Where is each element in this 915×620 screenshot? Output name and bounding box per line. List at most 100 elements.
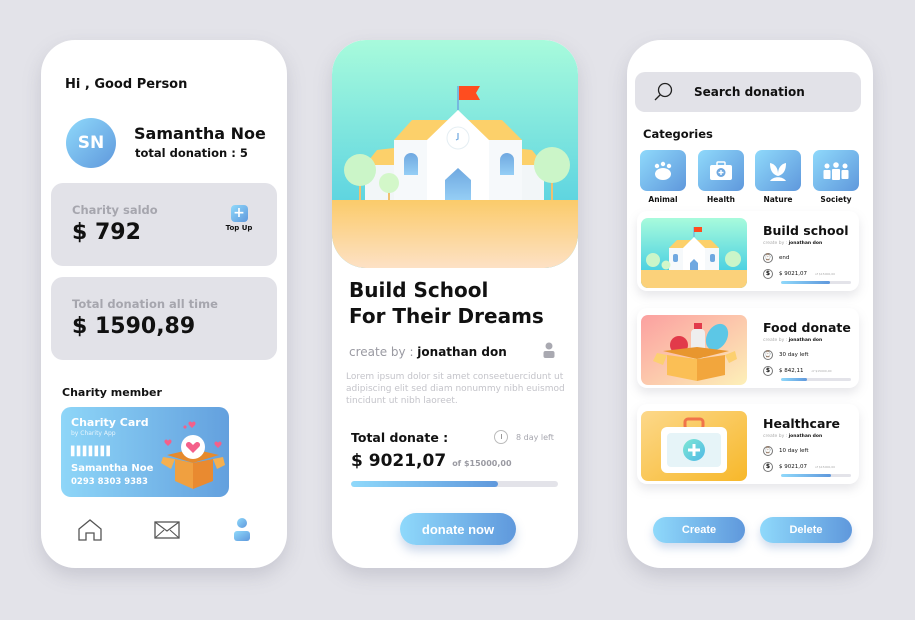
item-progress-bar [781,474,851,477]
plus-icon: + [230,205,248,222]
charity-saldo-panel: Charity saldo $ 792 + Top Up [51,183,277,266]
food-box-thumbnail [641,315,747,385]
item-status-row: ⌚ 30 day left [763,350,809,360]
clock-icon: ⌚ [763,446,773,456]
create-button[interactable]: Create [653,517,745,543]
days-left-text: 8 day left [516,432,554,442]
nav-profile[interactable] [233,518,251,546]
home-icon [78,519,102,541]
category-label: Society [820,195,852,204]
top-up-label: Top Up [225,224,253,232]
profile-screen: Hi , Good Person SN Samantha Noe total d… [41,40,287,568]
item-status: 10 day left [779,448,809,454]
plant-icon [770,162,786,181]
goal-amount: of $15000,00 [452,459,512,468]
donation-item-build-school[interactable]: Build school create by : jonathan don ⌚ e… [637,211,859,291]
search-input[interactable]: Search donation [694,85,805,99]
item-amount: $ 842,11 [779,368,804,374]
item-goal: of $15000,00 [815,272,836,276]
category-animal[interactable]: Animal [640,150,686,204]
item-title: Healthcare [763,416,841,431]
campaign-title-line-1: Build School [349,278,489,302]
donation-item-food-donate[interactable]: Food donate create by : jonathan don ⌚ 30… [637,308,859,388]
created-by-label: create by : [349,345,418,359]
campaign-title: Build School For Their Dreams [349,277,544,329]
top-up-button[interactable]: + Top Up [221,205,257,232]
category-label: Health [707,195,735,204]
item-progress-bar [781,281,851,284]
item-title: Build school [763,223,849,238]
search-bar[interactable]: Search donation [635,72,861,112]
card-number: 0293 8303 9383 [71,477,148,487]
campaign-title-line-2: For Their Dreams [349,304,544,328]
category-health[interactable]: Health [698,150,744,204]
dollar-icon: $ [763,269,773,279]
progress-fill [781,281,830,284]
category-label: Nature [763,195,793,204]
item-creator: create by : jonathan don [763,434,822,439]
card-holder: Samantha Noe [71,463,154,474]
school-thumbnail [641,218,747,288]
donate-now-button[interactable]: donate now [400,513,516,545]
bottom-nav [41,510,287,550]
avatar[interactable]: SN [66,118,116,168]
item-status: 30 day left [779,352,809,358]
progress-fill [781,378,807,381]
dollar-icon: $ [763,462,773,472]
category-society[interactable]: Society [813,150,859,204]
medkit-icon [710,160,732,180]
delete-button[interactable]: Delete [760,517,852,543]
categories-title: Categories [643,127,713,141]
creator-name: jonathan don [417,345,507,359]
gift-box-heart-icon [161,421,225,489]
barcode: ▌▌▌▌▌▌▌ [71,447,113,457]
campaign-detail-screen: Build School For Their Dreams create by … [332,40,578,568]
creator-name: jonathan don [788,338,823,343]
medkit-thumbnail [641,411,747,481]
category-label: Animal [648,195,678,204]
created-by: create by : jonathan don [349,345,507,359]
charity-saldo-amount: $ 792 [72,220,141,245]
days-left: 8 day left [494,430,554,444]
charity-member-title: Charity member [62,386,162,399]
total-donation-label: Total donation all time [72,297,218,311]
charity-card[interactable]: Charity Card by Charity App ▌▌▌▌▌▌▌ Sama… [61,407,229,497]
total-donate-label: Total donate : [351,430,449,445]
progress-fill [781,474,831,477]
school-illustration [332,40,578,268]
item-amount-row: $ $ 9021,07 of $15000,00 [763,269,835,279]
item-status-row: ⌚ end [763,253,789,263]
nav-mail[interactable] [154,521,180,543]
dollar-icon: $ [763,366,773,376]
people-icon [823,161,849,180]
nav-home[interactable] [77,518,103,546]
user-name: Samantha Noe [134,124,266,143]
item-creator: create by : jonathan don [763,241,822,246]
item-goal: of $15000,00 [811,369,832,373]
item-amount-row: $ $ 842,11 of $15000,00 [763,366,832,376]
total-donation-panel: Total donation all time $ 1590,89 [51,277,277,360]
item-amount-row: $ $ 9021,07 of $15000,00 [763,462,835,472]
category-nature[interactable]: Nature [755,150,801,204]
item-amount: $ 9021,07 [779,464,807,470]
created-by-label: create by : [763,338,789,343]
clock-icon [494,430,508,444]
campaign-description: Lorem ipsum dolor sit amet conseetuercid… [346,372,565,406]
search-icon [654,82,673,101]
donation-progress-bar [351,481,558,487]
item-status: end [779,255,790,261]
item-goal: of $15000,00 [815,465,836,469]
donation-list-screen: Search donation Categories Animal Health… [627,40,873,568]
item-progress-bar [781,378,851,381]
total-donation-count: total donation : 5 [135,146,248,160]
item-status-row: ⌚ 10 day left [763,446,809,456]
item-amount: $ 9021,07 [779,271,807,277]
card-subtitle: by Charity App [71,430,116,437]
creator-name: jonathan don [788,434,823,439]
total-donation-amount: $ 1590,89 [72,314,196,339]
mail-icon [154,521,180,539]
donation-item-healthcare[interactable]: Healthcare create by : jonathan don ⌚ 10 … [637,404,859,484]
greeting: Hi , Good Person [65,77,188,92]
card-title: Charity Card [71,416,149,429]
creator-profile-icon[interactable] [543,342,555,362]
